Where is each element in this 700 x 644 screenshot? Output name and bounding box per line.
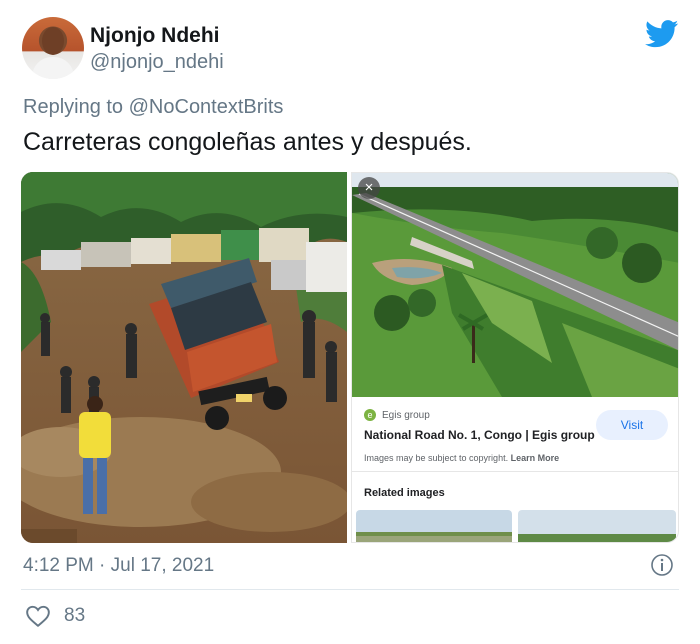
- paved-road-illustration: [352, 173, 678, 397]
- visit-button[interactable]: Visit: [596, 410, 668, 440]
- muddy-road-photo[interactable]: [21, 172, 347, 543]
- twitter-bird-icon[interactable]: [645, 20, 679, 48]
- avatar[interactable]: [22, 17, 84, 79]
- related-images-heading: Related images: [364, 487, 445, 499]
- copyright-text: Images may be subject to copyright.: [364, 453, 509, 463]
- replying-to: Replying to @NoContextBrits: [23, 96, 283, 119]
- related-image-2-illustration: [518, 510, 676, 542]
- related-image-1-illustration: [356, 510, 512, 542]
- author-display-name[interactable]: Njonjo Ndehi: [90, 24, 220, 48]
- tweet-timestamp[interactable]: 4:12 PM · Jul 17, 2021: [23, 555, 214, 577]
- info-icon[interactable]: [650, 553, 674, 577]
- close-icon[interactable]: ×: [358, 177, 380, 199]
- replying-to-label: Replying to: [23, 96, 124, 118]
- learn-more-link[interactable]: Learn More: [511, 453, 560, 463]
- author-handle[interactable]: @njonjo_ndehi: [90, 51, 224, 74]
- egis-logo-icon: e: [364, 409, 376, 421]
- related-image-2[interactable]: [518, 510, 676, 542]
- muddy-road-illustration: [21, 172, 347, 543]
- source-name: Egis group: [382, 409, 430, 421]
- copyright-notice: Images may be subject to copyright. Lear…: [364, 453, 559, 463]
- tweet-text: Carreteras congoleñas antes y después.: [23, 128, 472, 156]
- footer-divider: [21, 589, 679, 590]
- reply-mention-link[interactable]: @NoContextBrits: [129, 96, 284, 118]
- result-title[interactable]: National Road No. 1, Congo | Egis group: [364, 428, 595, 442]
- avatar-face: [42, 27, 64, 55]
- tweet-card: Njonjo Ndehi @njonjo_ndehi Replying to @…: [0, 0, 700, 644]
- panel-divider: [352, 471, 678, 472]
- search-result-panel: × e Egis group National Road No. 1, Cong…: [351, 172, 679, 543]
- related-image-1[interactable]: [356, 510, 512, 542]
- source-row[interactable]: e Egis group: [364, 408, 430, 422]
- heart-icon[interactable]: [25, 604, 51, 628]
- like-count[interactable]: 83: [64, 605, 85, 627]
- avatar-shirt: [32, 57, 74, 79]
- paved-road-photo[interactable]: ×: [352, 173, 678, 397]
